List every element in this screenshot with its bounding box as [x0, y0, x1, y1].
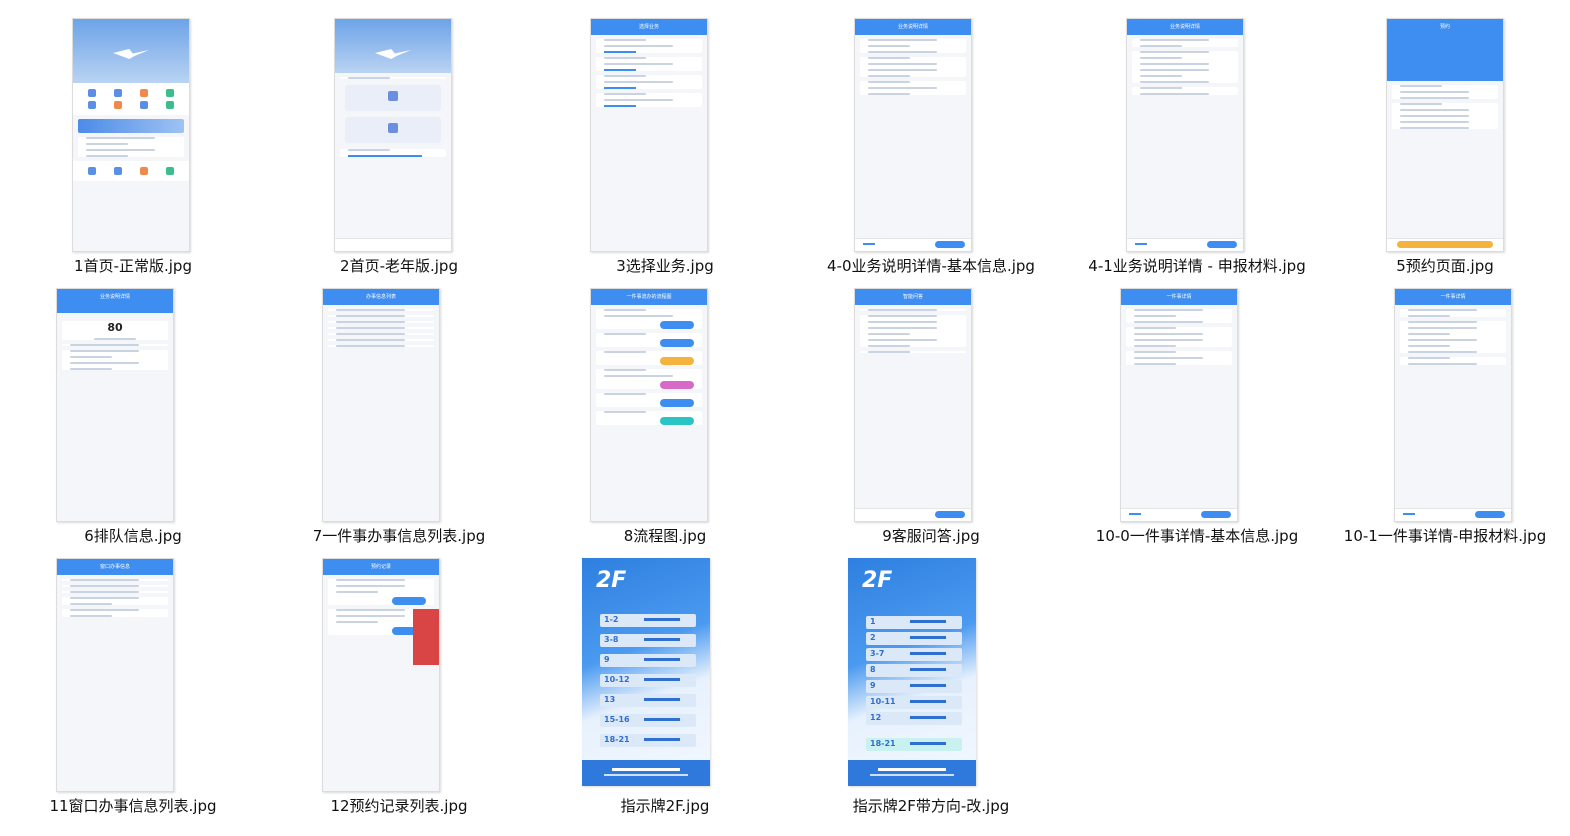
file-item[interactable]: 一件事详情 10-0一件事详情-基本信息.jpg	[1064, 270, 1330, 545]
file-thumbnail[interactable]	[72, 18, 190, 252]
file-item[interactable]: 预约记录 12预约记录列表.jpg	[266, 540, 532, 815]
file-thumbnail[interactable]: 2F 1 2 3-7 8 9 10-11 12 18-21	[848, 558, 976, 786]
file-thumbnail[interactable]: 业务说明详情 80	[56, 288, 174, 522]
file-item[interactable]: 窗口办事信息 11窗口办事信息列表.jpg	[0, 540, 266, 815]
file-item[interactable]: 办事信息列表 7一件事办事信息列表.jpg	[266, 270, 532, 545]
file-grid: 1首页-正常版.jpg 2首页-老年版.jpg 选择业务 3选择业务.jpg 业…	[0, 0, 1570, 836]
file-thumbnail[interactable]: 一件事流办的流程图	[590, 288, 708, 522]
file-item[interactable]: 2F 1 2 3-7 8 9 10-11 12 18-21 指示牌2F带方向-改…	[798, 540, 1064, 815]
file-thumbnail[interactable]: 窗口办事信息	[56, 558, 174, 792]
file-item[interactable]: 一件事详情 10-1一件事详情-申报材料.jpg	[1312, 270, 1570, 545]
file-thumbnail[interactable]: 业务说明详情	[1126, 18, 1244, 252]
file-item[interactable]: 选择业务 3选择业务.jpg	[532, 0, 798, 275]
file-caption[interactable]: 12预约记录列表.jpg	[266, 795, 532, 816]
file-item[interactable]: 业务说明详情 4-0业务说明详情-基本信息.jpg	[798, 0, 1064, 275]
file-thumbnail[interactable]: 业务说明详情	[854, 18, 972, 252]
file-item[interactable]: 2F 1-2 3-8 9 10-12 13 15-16 18-21 指示牌2F.…	[532, 540, 798, 815]
file-thumbnail[interactable]	[334, 18, 452, 252]
file-caption[interactable]: 指示牌2F.jpg	[532, 795, 798, 816]
file-thumbnail[interactable]: 预约	[1386, 18, 1504, 252]
file-caption[interactable]: 10-0一件事详情-基本信息.jpg	[1064, 525, 1330, 546]
file-item[interactable]: 一件事流办的流程图 8流程图.jpg	[532, 270, 798, 545]
file-item[interactable]: 1首页-正常版.jpg	[0, 0, 266, 275]
file-caption[interactable]: 10-1一件事详情-申报材料.jpg	[1312, 525, 1570, 546]
file-thumbnail[interactable]: 选择业务	[590, 18, 708, 252]
file-caption[interactable]: 指示牌2F带方向-改.jpg	[798, 795, 1064, 816]
file-item[interactable]: 智能问答 9客服问答.jpg	[798, 270, 1064, 545]
file-item[interactable]: 2首页-老年版.jpg	[266, 0, 532, 275]
file-item[interactable]: 预约 5预约页面.jpg	[1312, 0, 1570, 275]
file-thumbnail[interactable]: 2F 1-2 3-8 9 10-12 13 15-16 18-21	[582, 558, 710, 786]
file-thumbnail[interactable]: 一件事详情	[1394, 288, 1512, 522]
file-caption[interactable]: 11窗口办事信息列表.jpg	[0, 795, 266, 816]
file-thumbnail[interactable]: 一件事详情	[1120, 288, 1238, 522]
file-item[interactable]: 业务说明详情 80 6排队信息.jpg	[0, 270, 266, 545]
file-item[interactable]: 业务说明详情 4-1业务说明详情 - 申报材料.jpg	[1064, 0, 1330, 275]
file-thumbnail[interactable]: 智能问答	[854, 288, 972, 522]
file-thumbnail[interactable]: 预约记录	[322, 558, 440, 792]
file-thumbnail[interactable]: 办事信息列表	[322, 288, 440, 522]
